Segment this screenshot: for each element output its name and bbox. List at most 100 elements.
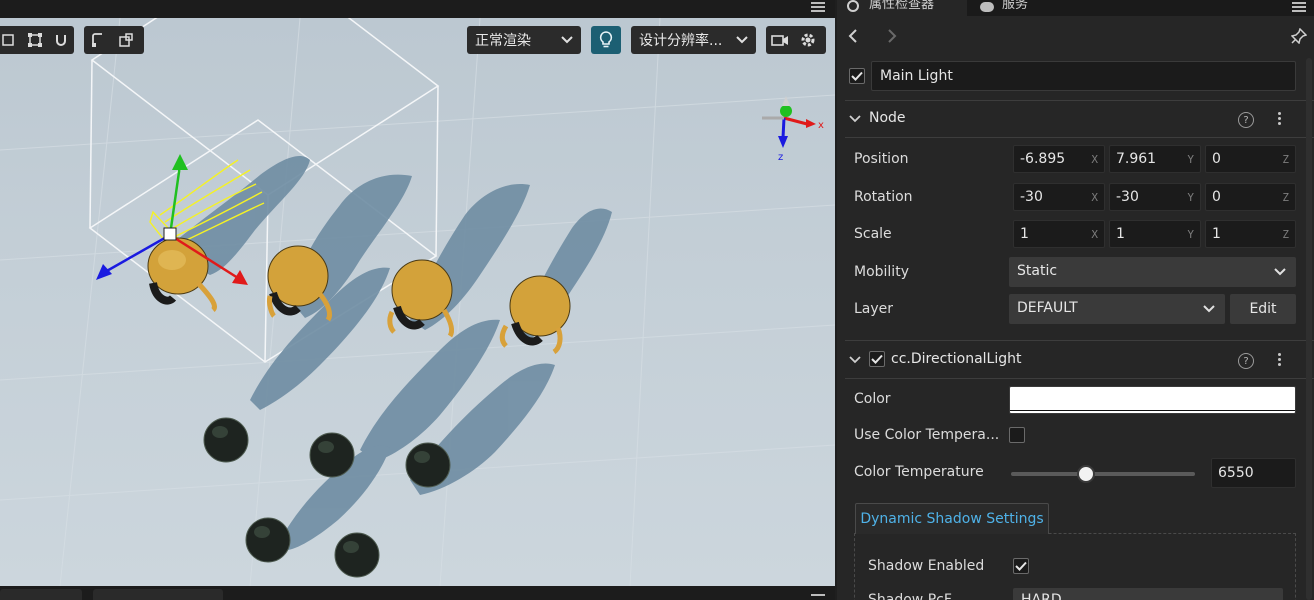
node-name-value: Main Light: [880, 68, 953, 84]
position-label: Position: [854, 151, 909, 167]
scale-y-field[interactable]: 1Y: [1109, 220, 1201, 248]
gizmo-z-label: z: [778, 152, 783, 161]
inspector-tab-bar: 属性检查器 服务: [837, 0, 1314, 16]
chevron-down-icon: [849, 356, 861, 364]
help-icon[interactable]: ?: [1238, 112, 1254, 128]
axis-y-label: Y: [1187, 191, 1194, 204]
color-temperature-slider[interactable]: [1011, 472, 1195, 476]
shadow-pcf-value: HARD: [1021, 592, 1062, 600]
help-icon[interactable]: ?: [1238, 353, 1254, 369]
position-x-field[interactable]: -6.895 X: [1013, 145, 1105, 173]
more-options-icon[interactable]: [1278, 112, 1282, 126]
position-y-field[interactable]: 7.961 Y: [1109, 145, 1201, 173]
coordinate-tools: [84, 26, 144, 54]
axis-y-label: Y: [1187, 228, 1194, 241]
mobility-value: Static: [1017, 263, 1058, 279]
tab-services-label: 服务: [1002, 0, 1029, 12]
color-temperature-label: Color Temperature: [854, 464, 984, 480]
light-section-title: cc.DirectionalLight: [891, 351, 1022, 367]
local-coordinate-icon[interactable]: [84, 26, 112, 54]
tab-dynamic-shadow-settings[interactable]: Dynamic Shadow Settings: [855, 503, 1049, 534]
node-name-input[interactable]: Main Light: [871, 61, 1296, 91]
render-mode-value: 正常渲染: [475, 33, 531, 49]
services-tab-icon: [980, 2, 994, 12]
mobility-select[interactable]: Static: [1009, 257, 1296, 287]
axis-x-label: X: [1091, 153, 1098, 166]
position-y-value: 7.961: [1116, 151, 1157, 167]
lightbulb-toggle[interactable]: [591, 26, 621, 54]
inspector-menu-icon[interactable]: [1292, 2, 1306, 12]
pivot-toggle-icon[interactable]: [112, 26, 140, 54]
light-enabled-checkbox[interactable]: [869, 351, 885, 367]
shadow-enabled-checkbox[interactable]: [1013, 558, 1029, 574]
scene-bottom-bar: [0, 586, 835, 600]
scene-menu-icon[interactable]: [811, 2, 825, 12]
rotation-y-field[interactable]: -30 Y: [1109, 183, 1201, 211]
shadow-pcf-select[interactable]: HARD: [1013, 588, 1283, 600]
color-temperature-input[interactable]: 6550: [1211, 458, 1296, 488]
layer-edit-button[interactable]: Edit: [1230, 294, 1296, 324]
use-color-temperature-checkbox[interactable]: [1009, 427, 1025, 443]
chevron-down-icon: [561, 36, 573, 44]
position-x-value: -6.895: [1020, 151, 1066, 167]
section-divider: [845, 137, 1314, 138]
back-button[interactable]: [843, 26, 863, 46]
chevron-down-icon: [1203, 305, 1215, 313]
render-mode-select[interactable]: 正常渲染: [467, 26, 581, 54]
layer-select[interactable]: DEFAULT: [1009, 294, 1225, 324]
inspector-scrollbar[interactable]: [1306, 58, 1312, 600]
color-swatch[interactable]: [1009, 386, 1296, 414]
rotation-x-field[interactable]: -30 X: [1013, 183, 1105, 211]
shadow-enabled-label: Shadow Enabled: [868, 558, 985, 574]
pin-button[interactable]: [1289, 26, 1309, 46]
inspector-panel: 属性检查器 服务 Main Light Node ? Position -6.8…: [837, 0, 1314, 600]
scale-x-field[interactable]: 1X: [1013, 220, 1105, 248]
camera-icon[interactable]: [766, 26, 794, 54]
rotation-y-value: -30: [1116, 189, 1139, 205]
inspector-tab-icon: [847, 0, 859, 12]
scale-x-value: 1: [1020, 226, 1029, 242]
more-options-icon[interactable]: [1278, 353, 1282, 367]
scale-tool-icon[interactable]: [22, 26, 48, 54]
color-temperature-value: 6550: [1218, 465, 1254, 481]
bottom-tab-2[interactable]: [93, 589, 223, 600]
checkmark-icon: [1015, 561, 1027, 571]
position-z-field[interactable]: 0Z: [1205, 145, 1296, 173]
color-label: Color: [854, 391, 891, 407]
color-temperature-slider-thumb[interactable]: [1077, 465, 1096, 483]
resolution-value: 设计分辨率...: [639, 33, 723, 49]
axis-x-label: X: [1091, 228, 1098, 241]
checkmark-icon: [851, 71, 863, 81]
magnet-snap-icon[interactable]: [48, 26, 74, 54]
tab-services[interactable]: 服务: [968, 0, 1053, 16]
forward-button[interactable]: [882, 26, 902, 46]
inspector-nav: [837, 16, 1314, 56]
transform-tools: [0, 26, 74, 54]
chevron-right-icon: [888, 29, 897, 43]
scene-3d-view: [0, 18, 835, 586]
axis-y-label: Y: [1187, 153, 1194, 166]
chevron-down-icon: [1274, 268, 1286, 276]
scale-z-field[interactable]: 1Z: [1205, 220, 1296, 248]
light-section-header[interactable]: cc.DirectionalLight ?: [845, 341, 1314, 379]
rotation-label: Rotation: [854, 189, 913, 205]
node-active-checkbox[interactable]: [849, 68, 865, 84]
tab-inspector[interactable]: 属性检查器: [837, 0, 967, 16]
section-divider: [845, 378, 1314, 379]
gear-icon[interactable]: [794, 26, 822, 54]
bottom-tab-1[interactable]: [0, 589, 82, 600]
camera-tools: [766, 26, 826, 54]
scene-viewport[interactable]: 正常渲染 设计分辨率... x z: [0, 18, 835, 586]
help-glyph: ?: [1243, 114, 1249, 126]
bottom-menu-icon[interactable]: [811, 594, 825, 600]
axis-z-label: Z: [1282, 191, 1289, 204]
layer-edit-label: Edit: [1249, 301, 1277, 317]
resolution-select[interactable]: 设计分辨率...: [631, 26, 756, 54]
orientation-gizmo[interactable]: x z: [752, 76, 832, 161]
node-section-header[interactable]: Node ?: [845, 100, 1314, 138]
rotate-tool-icon[interactable]: [0, 26, 22, 54]
lightbulb-icon: [599, 31, 613, 48]
rotation-z-value: 0: [1212, 189, 1221, 205]
position-z-value: 0: [1212, 151, 1221, 167]
rotation-z-field[interactable]: 0Z: [1205, 183, 1296, 211]
